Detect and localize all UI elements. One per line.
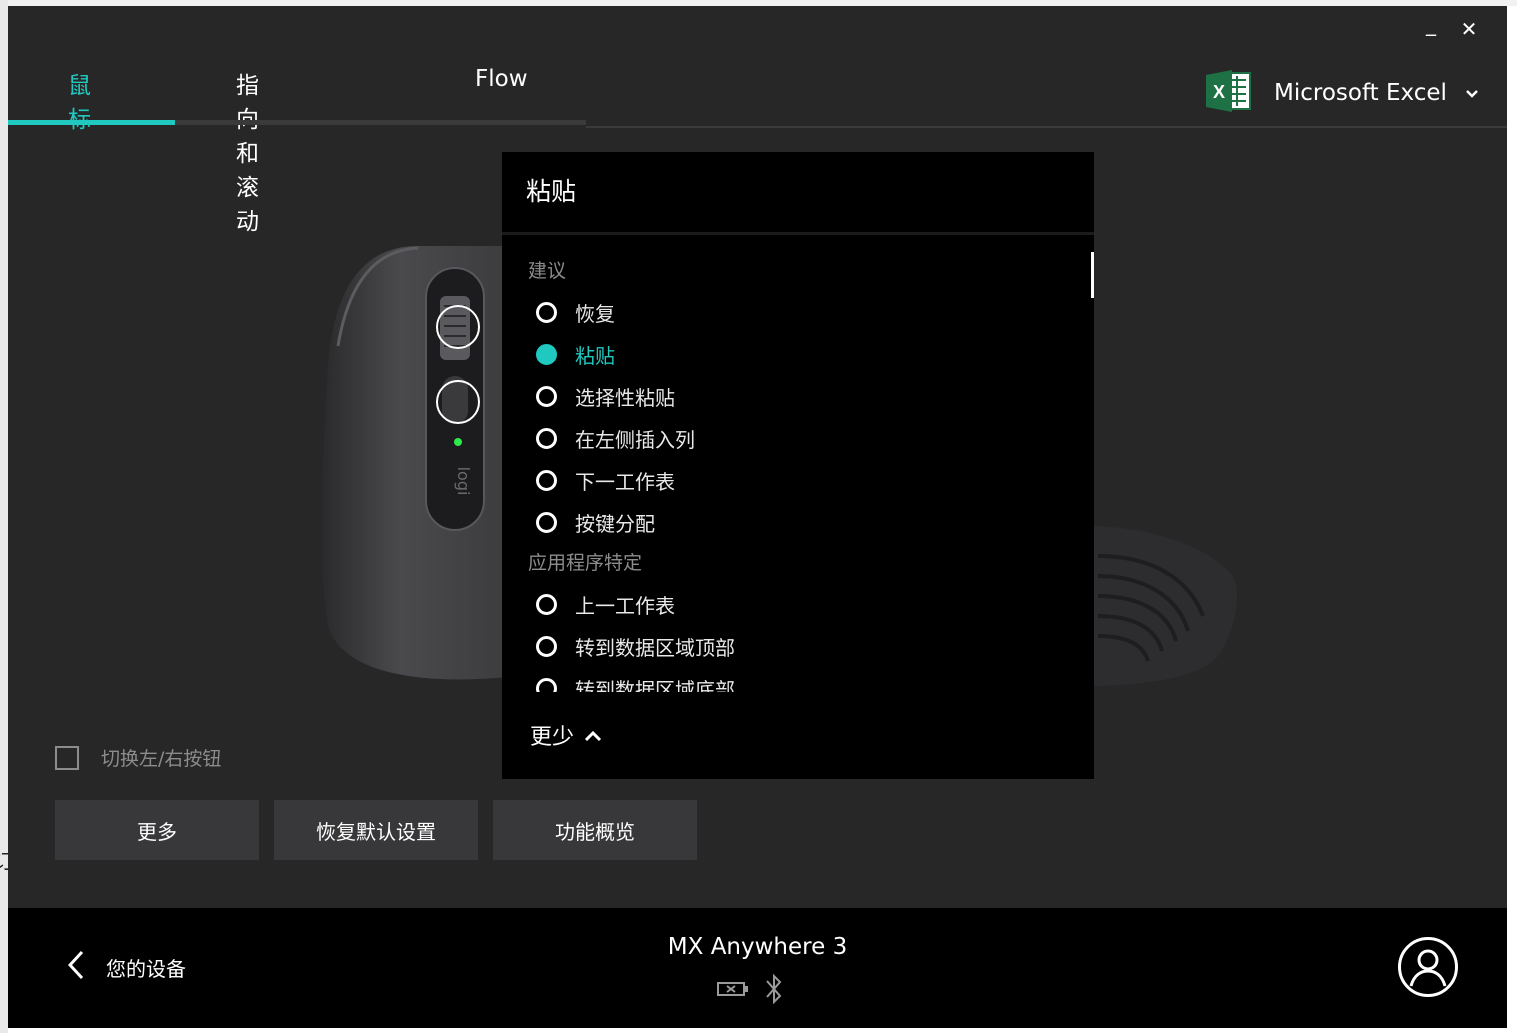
wheel-button-hotspot[interactable] [436, 305, 480, 349]
option-label: 粘贴 [575, 343, 615, 368]
option-label: 下一工作表 [575, 469, 675, 494]
radio-icon [536, 469, 557, 491]
option-label: 上一工作表 [575, 593, 675, 618]
chevron-down-icon [1465, 84, 1479, 103]
radio-icon [536, 635, 557, 657]
panel-divider [502, 232, 1094, 235]
option-go-to-data-bottom[interactable]: 转到数据区域底部 [536, 672, 735, 692]
radio-icon [536, 385, 557, 407]
tab-flow[interactable]: Flow [475, 66, 528, 92]
option-label: 转到数据区域底部 [575, 677, 735, 693]
header-divider [586, 126, 1507, 128]
footer-bar: 您的设备 MX Anywhere 3 [8, 908, 1507, 1028]
option-restore[interactable]: 恢复 [536, 296, 615, 328]
section-heading-app-specific: 应用程序特定 [528, 552, 643, 574]
chevron-up-icon [584, 723, 602, 748]
option-label: 恢复 [575, 301, 615, 326]
middle-button-hotspot[interactable] [436, 380, 480, 424]
device-status [716, 972, 784, 1010]
panel-title: 粘贴 [526, 177, 577, 206]
option-keystroke-assignment[interactable]: 按键分配 [536, 506, 655, 538]
action-picker-panel: 粘贴 建议 恢复 粘贴 选择性粘贴 在左侧插入列 下一工作表 按键分配 应用程序… [502, 152, 1094, 779]
radio-selected-icon [536, 343, 557, 365]
radio-icon [536, 677, 557, 692]
app-selector[interactable]: X Microsoft Excel [1206, 70, 1479, 116]
minimize-button[interactable]: _ [1414, 12, 1448, 46]
action-list: 建议 恢复 粘贴 选择性粘贴 在左侧插入列 下一工作表 按键分配 应用程序特定 … [502, 242, 1090, 692]
option-insert-column-left[interactable]: 在左侧插入列 [536, 422, 695, 454]
minimize-icon: _ [1426, 12, 1436, 36]
swap-buttons-label: 切换左/右按钮 [101, 748, 222, 770]
option-label: 转到数据区域顶部 [575, 635, 735, 660]
option-label: 在左侧插入列 [575, 427, 695, 452]
option-previous-sheet[interactable]: 上一工作表 [536, 588, 675, 620]
show-less-label: 更少 [530, 725, 575, 750]
panel-scrollbar[interactable] [1091, 252, 1094, 298]
svg-text:X: X [1213, 82, 1225, 102]
option-paste-special[interactable]: 选择性粘贴 [536, 380, 675, 412]
option-label: 按键分配 [575, 511, 655, 536]
user-account-icon [1398, 937, 1458, 997]
excel-icon: X [1206, 70, 1252, 116]
show-less-button[interactable]: 更少 [530, 719, 602, 751]
desktop-edge: 订 [0, 0, 14, 1033]
account-button[interactable] [1397, 936, 1459, 998]
option-next-sheet[interactable]: 下一工作表 [536, 464, 675, 496]
app-selector-label: Microsoft Excel [1274, 80, 1447, 106]
tab-active-indicator [8, 120, 175, 125]
svg-text:logi: logi [454, 467, 473, 496]
mouse-side-image [1088, 516, 1248, 696]
option-go-to-data-top[interactable]: 转到数据区域顶部 [536, 630, 735, 662]
checkbox-icon [55, 745, 79, 770]
swap-buttons-checkbox[interactable]: 切换左/右按钮 [55, 744, 221, 771]
restore-defaults-button[interactable]: 恢复默认设置 [274, 800, 478, 860]
more-button[interactable]: 更多 [55, 800, 259, 860]
section-heading-suggested: 建议 [528, 260, 567, 282]
close-icon: ✕ [1460, 17, 1478, 41]
tab-point-scroll[interactable]: 指向和滚动 [236, 66, 259, 236]
option-label: 选择性粘贴 [575, 385, 675, 410]
radio-icon [536, 427, 557, 449]
device-name: MX Anywhere 3 [667, 934, 848, 960]
battery-icon [716, 980, 750, 1002]
radio-icon [536, 301, 557, 323]
radio-icon [536, 593, 557, 615]
close-button[interactable]: ✕ [1452, 12, 1486, 46]
radio-icon [536, 511, 557, 533]
option-paste[interactable]: 粘贴 [536, 338, 615, 370]
logi-options-window: _ ✕ 鼠标 指向和滚动 Flow X Microsoft Excel [8, 6, 1507, 1028]
overview-button[interactable]: 功能概览 [493, 800, 697, 860]
bluetooth-icon [764, 972, 784, 1010]
